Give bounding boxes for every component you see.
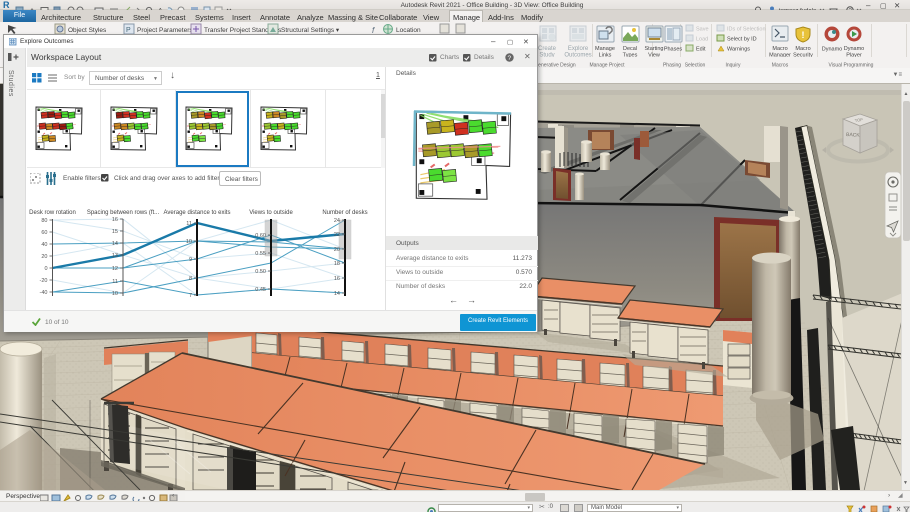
svg-text:Manage: Manage [595, 46, 615, 52]
svg-text:16: 16 [334, 276, 340, 282]
svg-text:0.60: 0.60 [255, 233, 266, 239]
svg-text:Spacing between rows (ft...: Spacing between rows (ft... [87, 210, 160, 216]
svg-text:Warnings: Warnings [727, 47, 750, 53]
svg-text:Edit: Edit [696, 47, 706, 53]
svg-text:Select by ID: Select by ID [727, 37, 757, 43]
svg-text:60: 60 [41, 230, 47, 236]
svg-text:11: 11 [186, 221, 192, 227]
svg-text:!: ! [802, 30, 805, 40]
svg-text:Load: Load [696, 37, 708, 43]
svg-text:9: 9 [189, 257, 192, 263]
svg-text:14: 14 [112, 241, 118, 247]
svg-text:Object Styles: Object Styles [68, 27, 107, 34]
svg-text:10: 10 [112, 291, 118, 297]
svg-text:Average distance to exits: Average distance to exits [164, 210, 231, 216]
svg-text:Location: Location [396, 27, 421, 34]
svg-text:Starting: Starting [645, 46, 664, 52]
svg-text:20: 20 [334, 247, 340, 253]
svg-text:40: 40 [41, 242, 47, 248]
svg-text:Create: Create [538, 46, 557, 52]
svg-text:12: 12 [112, 266, 118, 272]
svg-text:0.55: 0.55 [255, 251, 266, 257]
svg-text:Macro: Macro [772, 46, 787, 52]
svg-text:10: 10 [186, 239, 192, 245]
svg-text:22: 22 [334, 232, 340, 238]
svg-text:-40: -40 [40, 290, 48, 296]
svg-text:7: 7 [189, 293, 192, 299]
svg-text:8: 8 [189, 276, 192, 282]
svg-text:Desk row rotation: Desk row rotation [29, 210, 76, 216]
svg-text:P: P [126, 27, 131, 34]
svg-text:Dynamo: Dynamo [822, 47, 842, 53]
svg-text:IDs of Selection: IDs of Selection [727, 27, 766, 33]
svg-text:Save: Save [696, 27, 709, 33]
svg-text:Macro: Macro [795, 46, 810, 52]
svg-text:Phases: Phases [664, 47, 683, 53]
svg-text:11: 11 [112, 279, 118, 285]
svg-text:18: 18 [334, 261, 340, 267]
svg-text:24: 24 [334, 218, 340, 224]
svg-text:-20: -20 [40, 278, 48, 284]
svg-text:0.45: 0.45 [255, 287, 266, 293]
svg-text:20: 20 [41, 254, 47, 260]
svg-text:0: 0 [44, 266, 47, 272]
svg-text:15: 15 [112, 229, 118, 235]
svg-text:0.50: 0.50 [255, 269, 266, 275]
svg-text:80: 80 [41, 218, 47, 224]
svg-text:Dynamo: Dynamo [844, 46, 864, 52]
svg-text:BACK: BACK [846, 132, 861, 139]
svg-text:?: ? [508, 55, 512, 62]
svg-text:Number of desks: Number of desks [322, 210, 367, 216]
svg-text:16: 16 [112, 217, 118, 223]
svg-text:Explore: Explore [568, 46, 589, 52]
svg-text:Decal: Decal [623, 46, 637, 52]
svg-text:Project Parameters: Project Parameters [137, 27, 193, 34]
svg-text:Structural Settings ▾: Structural Settings ▾ [281, 27, 340, 34]
svg-text:13: 13 [112, 253, 118, 259]
svg-text:14: 14 [334, 291, 340, 297]
svg-text:Views to outside: Views to outside [249, 210, 293, 216]
